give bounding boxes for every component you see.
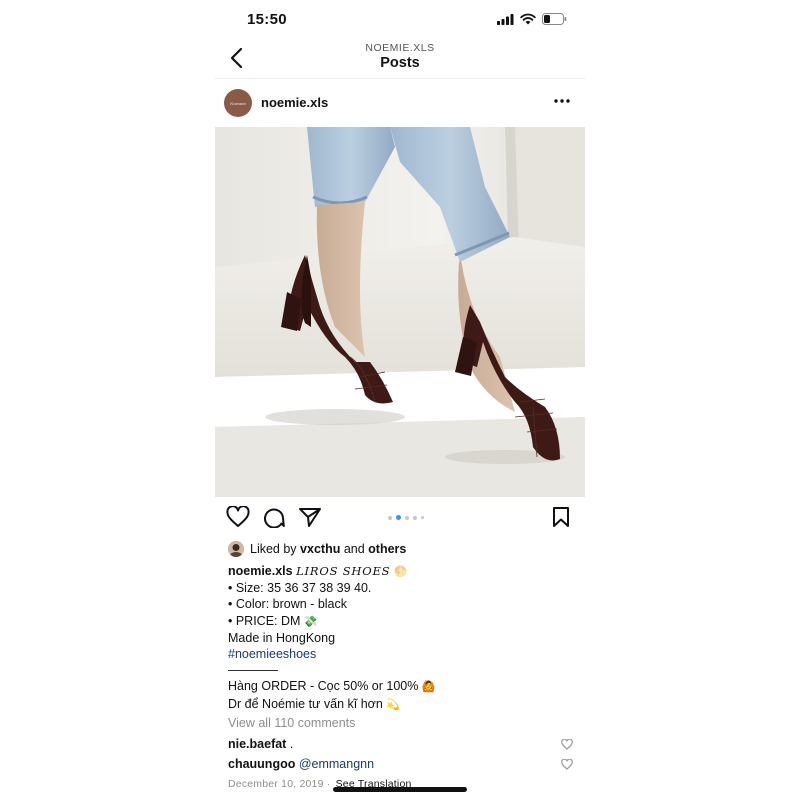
post-photo-shoes [215, 127, 585, 497]
page-title: Posts [380, 55, 420, 71]
bookmark-icon[interactable] [551, 506, 571, 528]
date-separator: · [326, 778, 331, 790]
comment-username[interactable]: nie.baefat [228, 737, 286, 751]
carousel-dot-active [396, 515, 401, 520]
likes-user[interactable]: vxcthu [300, 542, 340, 556]
comment-icon[interactable] [262, 506, 286, 528]
dizzy-emoji-icon: 💫 [386, 698, 401, 711]
comment-mention[interactable]: @emmangnn [299, 757, 374, 771]
caption-username[interactable]: noemie.xls [228, 564, 293, 578]
avatar-logo-text: Noemie [230, 100, 246, 106]
top-nav-header: NOEMIE.XLS Posts [215, 40, 585, 79]
caption-order-line: Hàng ORDER - Cọc 50% or 100% [228, 679, 419, 694]
comment-username[interactable]: chauungoo [228, 757, 295, 771]
likes-prefix: Liked by [250, 542, 297, 556]
person-emoji-icon: 🙆 [421, 681, 436, 694]
post-image[interactable] [215, 127, 585, 497]
caption-brand: LIROS SHOES [296, 564, 391, 578]
instagram-post-screen: 15:50 NOEMIE.XLS Posts Noemie noemie.xls… [215, 0, 585, 800]
comment-row: nie.baefat . [228, 737, 573, 753]
heart-icon[interactable] [226, 506, 250, 528]
post-header: Noemie noemie.xls [215, 86, 585, 120]
caption-hashtag[interactable]: #noemieeshoes [228, 646, 573, 662]
post-date: December 10, 2019 [228, 778, 324, 790]
comment-heart-icon[interactable] [561, 759, 573, 770]
post-username[interactable]: noemie.xls [261, 95, 328, 110]
caption-advice-line: Dr để Noémie tư vấn kĩ hơn [228, 696, 383, 711]
view-all-comments[interactable]: View all 110 comments [228, 715, 573, 731]
share-icon[interactable] [298, 506, 322, 528]
money-emoji-icon: 💸 [303, 615, 318, 628]
post-caption: noemie.xls LIROS SHOES 🌕 • Size: 35 36 3… [228, 563, 573, 731]
caption-size-line: • Size: 35 36 37 38 39 40. [228, 581, 372, 596]
moon-emoji-icon: 🌕 [393, 566, 408, 578]
status-bar: 15:50 [215, 8, 585, 34]
home-indicator[interactable] [333, 787, 467, 792]
caption-color-line: • Color: brown - black [228, 597, 348, 612]
caption-divider: ———— [228, 663, 278, 678]
liker-avatar [228, 541, 244, 557]
likes-row[interactable]: Liked by vxcthu and others [228, 540, 406, 558]
caption-origin-line: Made in HongKong [228, 630, 336, 645]
status-time: 15:50 [247, 11, 287, 28]
comment-heart-icon[interactable] [561, 739, 573, 750]
post-actions [215, 505, 585, 531]
liker-avatar-image [228, 541, 244, 557]
comment-row: chauungoo @emmangnn [228, 757, 573, 773]
header-account-name: NOEMIE.XLS [365, 42, 435, 54]
carousel-indicator [388, 515, 424, 520]
carousel-dot [388, 515, 392, 520]
battery-icon [542, 13, 567, 25]
wifi-icon [520, 13, 536, 25]
caption-price-line: • PRICE: DM [228, 613, 301, 628]
comment-text: . [289, 737, 294, 751]
more-icon[interactable] [553, 96, 571, 106]
avatar[interactable]: Noemie [224, 89, 252, 117]
signal-icon [497, 13, 514, 25]
carousel-dot [405, 515, 409, 520]
likes-and: and [343, 542, 365, 556]
carousel-dot [413, 515, 417, 520]
likes-others[interactable]: others [368, 542, 406, 556]
status-icons [497, 13, 567, 25]
carousel-dot [421, 516, 424, 519]
